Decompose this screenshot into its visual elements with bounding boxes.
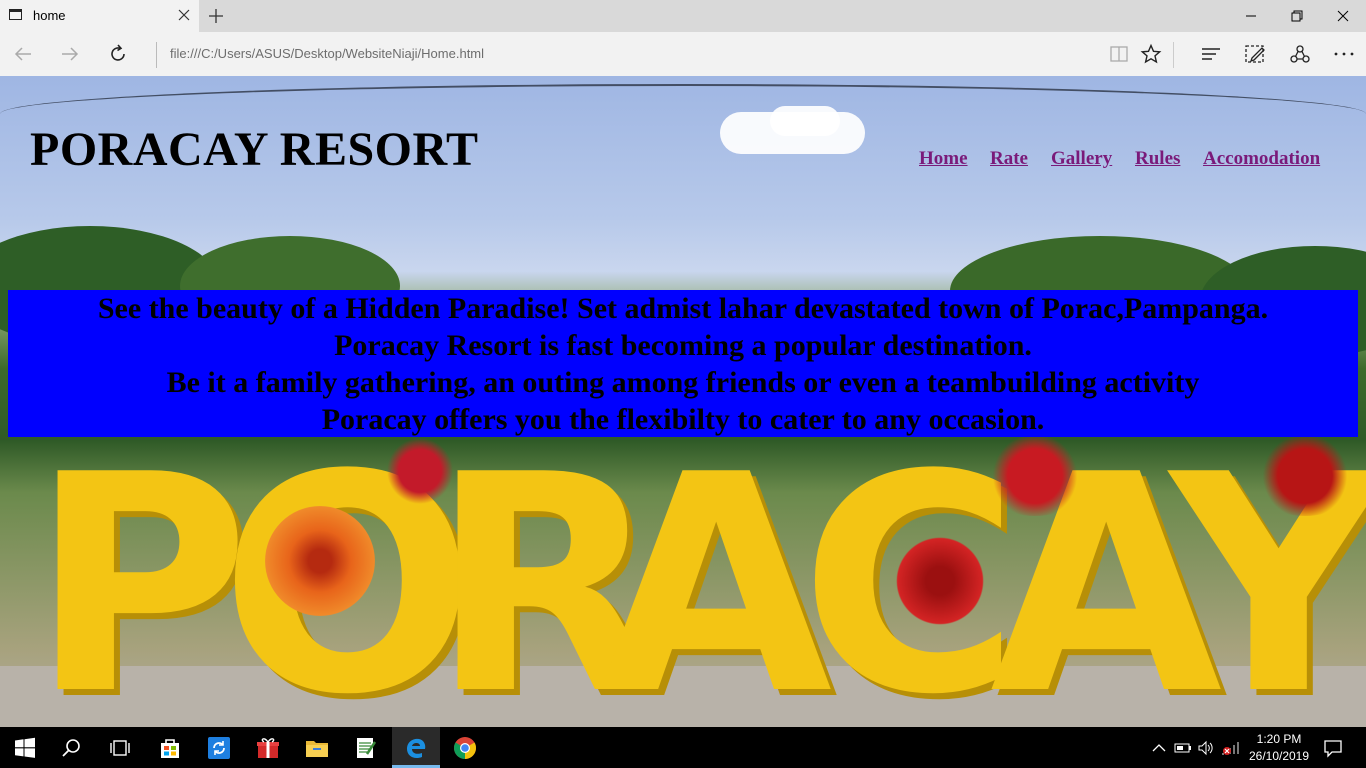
power-line (0, 84, 1366, 114)
edge-browser-icon[interactable] (404, 736, 428, 760)
favorite-star-icon[interactable] (1140, 43, 1162, 65)
file-explorer-icon[interactable] (305, 736, 329, 760)
nav-link-rate[interactable]: Rate (990, 148, 1028, 170)
tab-bar: home (0, 0, 1366, 32)
cloud (770, 106, 840, 136)
close-icon (1337, 10, 1349, 22)
restore-button[interactable] (1274, 0, 1320, 32)
windows-start-icon[interactable] (13, 736, 37, 760)
nav-link-home[interactable]: Home (919, 148, 968, 170)
volume-icon[interactable] (1197, 740, 1215, 756)
clock-date: 26/10/2019 (1248, 749, 1310, 763)
address-bar[interactable]: file:///C:/Users/ASUS/Desktop/WebsiteNia… (170, 46, 484, 61)
banner-line: Be it a family gathering, an outing amon… (166, 366, 1200, 399)
back-arrow-icon[interactable] (12, 43, 34, 65)
banner-line: Poracay offers you the flexibilty to cat… (321, 403, 1045, 436)
flower-decoration (1250, 436, 1360, 516)
intro-banner: See the beauty of a Hidden Paradise! Set… (8, 290, 1358, 437)
nav-link-gallery[interactable]: Gallery (1051, 148, 1112, 170)
nav-link-rules[interactable]: Rules (1135, 148, 1180, 170)
gift-app-icon[interactable] (256, 736, 280, 760)
flower-decoration (890, 531, 990, 631)
address-separator (156, 42, 157, 68)
close-window-button[interactable] (1320, 0, 1366, 32)
close-tab-icon[interactable] (176, 7, 192, 23)
hub-icon[interactable] (1200, 43, 1222, 65)
banner-line: See the beauty of a Hidden Paradise! Set… (97, 292, 1269, 325)
toolbar-separator (1173, 42, 1174, 68)
chrome-browser-icon[interactable] (453, 736, 477, 760)
poracay-sign: P O R A C A Y (0, 411, 1366, 728)
more-options-icon[interactable] (1333, 43, 1355, 65)
search-icon[interactable] (60, 736, 84, 760)
restore-icon (1291, 10, 1303, 22)
sign-letter: P (30, 411, 250, 728)
site-title: PORACAY RESORT (30, 123, 479, 176)
store-icon[interactable] (158, 736, 182, 760)
browser-tab[interactable]: home (0, 0, 199, 32)
battery-icon[interactable] (1174, 740, 1192, 756)
notifications-icon[interactable] (1323, 738, 1343, 758)
nav-link-accomodation[interactable]: Accomodation (1203, 148, 1320, 170)
share-icon[interactable] (1289, 43, 1311, 65)
task-view-icon[interactable] (108, 736, 132, 760)
banner-line: Poracay Resort is fast becoming a popula… (334, 329, 1032, 362)
flower-decoration (265, 506, 375, 616)
forward-arrow-icon[interactable] (59, 43, 81, 65)
refresh-icon[interactable] (107, 43, 129, 65)
sign-letter: A (600, 411, 833, 728)
chevron-up-icon[interactable] (1151, 740, 1167, 756)
network-icon[interactable] (1220, 740, 1240, 756)
page-icon (9, 9, 22, 20)
system-clock[interactable]: 1:20 PM 26/10/2019 (1244, 731, 1314, 765)
minimize-icon (1246, 15, 1256, 17)
notepad-app-icon[interactable] (354, 736, 378, 760)
web-page: P O R A C A Y PORACAY RESORT Home Rate G… (0, 76, 1366, 727)
sync-app-icon[interactable] (207, 736, 231, 760)
flower-decoration (380, 436, 460, 506)
reading-view-icon[interactable] (1108, 43, 1130, 65)
new-tab-icon[interactable] (207, 7, 225, 25)
clock-time: 1:20 PM (1256, 732, 1302, 746)
minimize-button[interactable] (1228, 0, 1274, 32)
flower-decoration (980, 436, 1090, 516)
web-note-icon[interactable] (1244, 43, 1266, 65)
tab-title: home (33, 8, 66, 23)
